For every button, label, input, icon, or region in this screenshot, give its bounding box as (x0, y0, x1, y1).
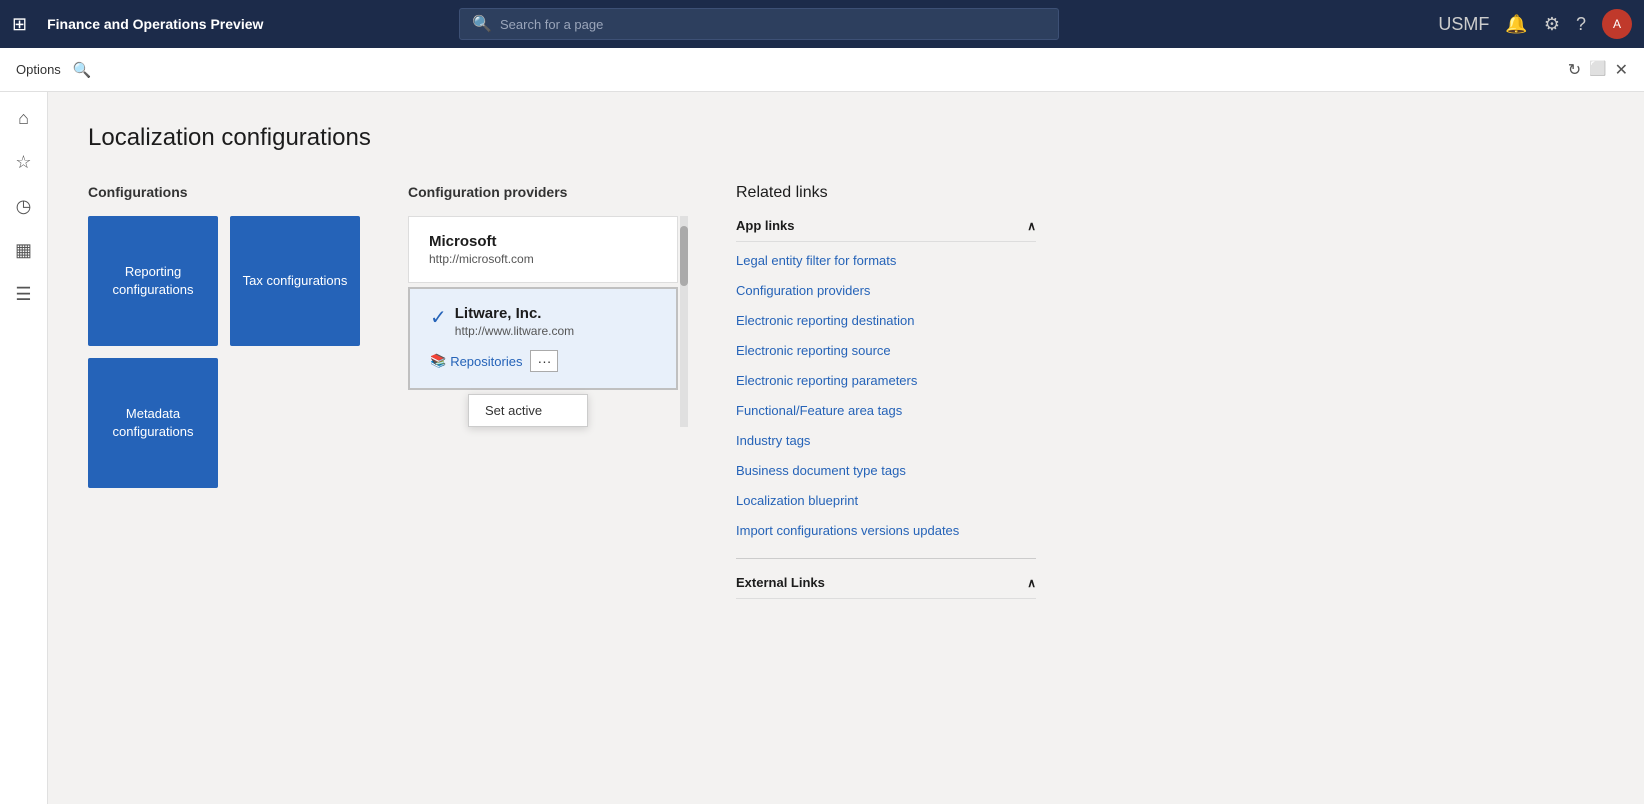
list-item: Business document type tags (736, 456, 1036, 486)
active-check-icon: ✓ (430, 305, 447, 330)
tile-tax-configurations[interactable]: Tax configurations (230, 216, 360, 346)
close-icon[interactable]: ✕ (1615, 60, 1628, 80)
app-title: Finance and Operations Preview (47, 16, 263, 32)
repositories-button[interactable]: 📚 Repositories (430, 353, 522, 369)
link-industry-tags[interactable]: Industry tags (736, 433, 810, 448)
list-item: Electronic reporting destination (736, 306, 1036, 336)
list-item: Industry tags (736, 426, 1036, 456)
provider-card-litware: ✓ Litware, Inc. http://www.litware.com 📚… (408, 287, 678, 390)
avatar[interactable]: A (1602, 9, 1632, 39)
provider-url-microsoft: http://microsoft.com (429, 252, 534, 266)
help-icon[interactable]: ? (1576, 14, 1586, 35)
set-active-menu-item[interactable]: Set active (469, 395, 587, 426)
link-localization-blueprint[interactable]: Localization blueprint (736, 493, 858, 508)
provider-header-litware: ✓ Litware, Inc. http://www.litware.com (430, 305, 656, 338)
restore-icon[interactable]: ⬜ (1589, 60, 1606, 80)
configurations-section: Configurations Reporting configurations … (88, 184, 360, 488)
provider-card-microsoft: Microsoft http://microsoft.com (408, 216, 678, 283)
provider-actions-litware: 📚 Repositories ··· (430, 350, 656, 372)
external-links-group-title[interactable]: External Links ∧ (736, 567, 1036, 599)
tile-empty (230, 358, 360, 488)
scrollbar-thumb (680, 226, 688, 286)
list-item: Functional/Feature area tags (736, 396, 1036, 426)
user-label: USMF (1438, 14, 1489, 35)
providers-scrollbar[interactable] (680, 216, 688, 427)
sidebar-list-icon[interactable]: ☰ (6, 276, 42, 312)
config-providers-title: Configuration providers (408, 184, 688, 200)
collapse-app-links-icon: ∧ (1027, 219, 1036, 233)
toolbar-icons: ↻ ⬜ ✕ (1568, 60, 1628, 80)
main-layout: ⌂ ☆ ◷ ▦ ☰ Localization configurations Co… (0, 92, 1644, 804)
search-toolbar-icon[interactable]: 🔍 (73, 61, 92, 79)
list-item: Import configurations versions updates (736, 516, 1036, 546)
page-title: Localization configurations (88, 124, 1604, 152)
provider-name-microsoft: Microsoft (429, 233, 534, 250)
app-links-group-title[interactable]: App links ∧ (736, 210, 1036, 242)
search-bar[interactable]: 🔍 (459, 8, 1059, 40)
search-input[interactable] (500, 17, 1046, 32)
top-navigation: ⊞ Finance and Operations Preview 🔍 USMF … (0, 0, 1644, 48)
toolbar: Options 🔍 ↻ ⬜ ✕ (0, 48, 1644, 92)
provider-header-microsoft: Microsoft http://microsoft.com (429, 233, 657, 266)
related-links-section: Related links App links ∧ Legal entity f… (736, 184, 1036, 599)
link-er-destination[interactable]: Electronic reporting destination (736, 313, 915, 328)
list-item: Configuration providers (736, 276, 1036, 306)
provider-name-litware: Litware, Inc. (455, 305, 574, 322)
collapse-external-links-icon: ∧ (1027, 576, 1036, 590)
hamburger-icon[interactable]: ⊞ (12, 14, 27, 35)
list-item: Electronic reporting parameters (736, 366, 1036, 396)
toolbar-label: Options (16, 62, 61, 77)
more-options-button[interactable]: ··· (530, 350, 558, 372)
link-functional-tags[interactable]: Functional/Feature area tags (736, 403, 902, 418)
configurations-title: Configurations (88, 184, 360, 200)
link-legal-entity[interactable]: Legal entity filter for formats (736, 253, 896, 268)
bell-icon[interactable]: 🔔 (1505, 14, 1527, 35)
link-business-document-tags[interactable]: Business document type tags (736, 463, 906, 478)
config-tiles: Reporting configurations Tax configurati… (88, 216, 360, 488)
tile-metadata-configurations[interactable]: Metadata configurations (88, 358, 218, 488)
link-er-parameters[interactable]: Electronic reporting parameters (736, 373, 917, 388)
sidebar-recent-icon[interactable]: ◷ (6, 188, 42, 224)
sections-row: Configurations Reporting configurations … (88, 184, 1604, 599)
dropdown-popup: Set active (468, 394, 588, 427)
list-item: Electronic reporting source (736, 336, 1036, 366)
list-item: Localization blueprint (736, 486, 1036, 516)
link-er-source[interactable]: Electronic reporting source (736, 343, 891, 358)
sidebar-icons: ⌂ ☆ ◷ ▦ ☰ (0, 92, 48, 804)
content-area: Localization configurations Configuratio… (48, 92, 1644, 804)
links-divider (736, 558, 1036, 559)
sidebar-home-icon[interactable]: ⌂ (6, 100, 42, 136)
list-item: Legal entity filter for formats (736, 246, 1036, 276)
app-links-list: Legal entity filter for formats Configur… (736, 242, 1036, 550)
refresh-icon[interactable]: ↻ (1568, 60, 1581, 80)
link-import-configs[interactable]: Import configurations versions updates (736, 523, 959, 538)
provider-url-litware: http://www.litware.com (455, 324, 574, 338)
search-icon: 🔍 (472, 14, 492, 34)
link-config-providers[interactable]: Configuration providers (736, 283, 870, 298)
sidebar-star-icon[interactable]: ☆ (6, 144, 42, 180)
gear-icon[interactable]: ⚙ (1544, 14, 1560, 35)
providers-wrapper: Microsoft http://microsoft.com ✓ Litware… (408, 216, 688, 427)
repository-icon: 📚 (430, 353, 446, 369)
nav-icons: USMF 🔔 ⚙ ? A (1438, 9, 1632, 39)
providers-inner: Microsoft http://microsoft.com ✓ Litware… (408, 216, 678, 427)
tile-reporting-configurations[interactable]: Reporting configurations (88, 216, 218, 346)
related-links-title: Related links (736, 184, 1036, 202)
sidebar-grid-icon[interactable]: ▦ (6, 232, 42, 268)
config-providers-section: Configuration providers Microsoft http:/… (408, 184, 688, 427)
